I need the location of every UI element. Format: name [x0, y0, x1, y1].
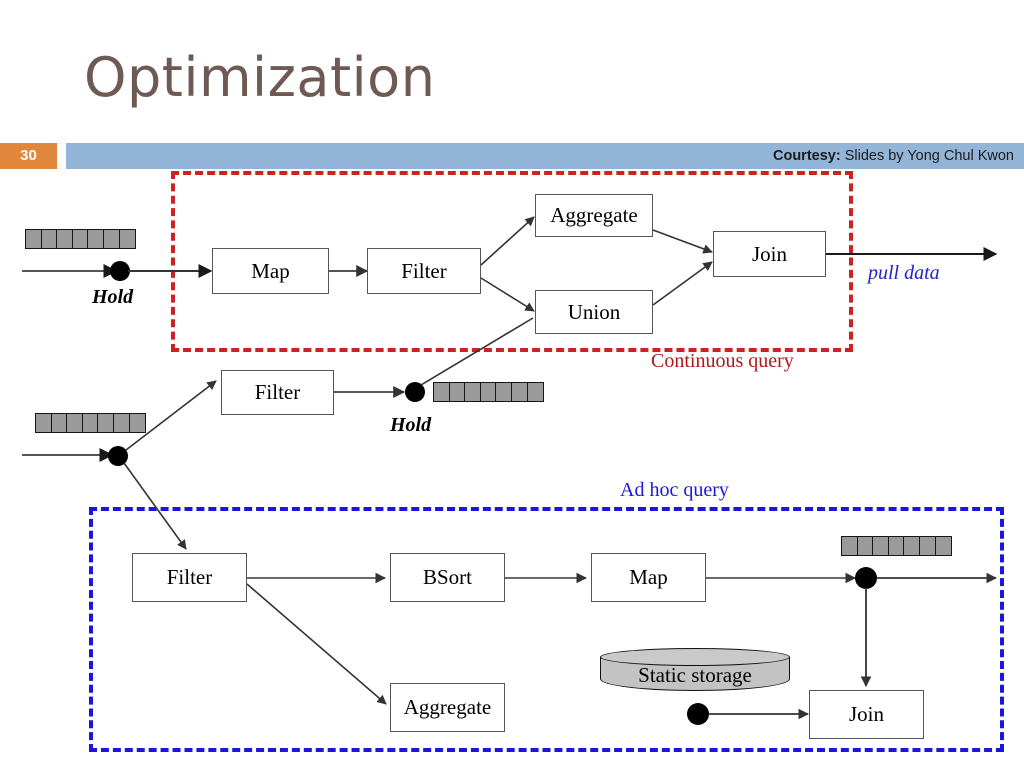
queue-cell	[97, 413, 115, 433]
queue-cell	[464, 382, 482, 402]
slide-canvas: Optimization 30 Courtesy: Slides by Yong…	[0, 0, 1024, 768]
operator-filter-adhoc[interactable]: Filter	[132, 553, 247, 602]
operator-filter-middle[interactable]: Filter	[221, 370, 334, 415]
courtesy-text: Slides by Yong Chul Kwon	[844, 148, 1014, 164]
hold-dot-middle	[405, 382, 425, 402]
queue-cell	[448, 382, 466, 402]
continuous-query-label: Continuous query	[651, 350, 794, 372]
queue-cell	[35, 413, 52, 433]
hold-dot-top	[110, 261, 130, 281]
queue-cell	[87, 229, 105, 249]
queue-cell	[66, 413, 84, 433]
queue-cell	[71, 229, 89, 249]
operator-map-continuous[interactable]: Map	[212, 248, 329, 294]
operator-aggregate-continuous[interactable]: Aggregate	[535, 194, 653, 237]
operator-filter-continuous[interactable]: Filter	[367, 248, 481, 294]
queue-cell	[81, 413, 99, 433]
static-storage-label: Static storage	[638, 663, 752, 687]
queue-cell	[919, 536, 937, 556]
operator-bsort-adhoc[interactable]: BSort	[390, 553, 505, 602]
queue-cell	[128, 413, 146, 433]
queue-cell	[56, 229, 74, 249]
queue-cell	[479, 382, 497, 402]
queue-cell	[841, 536, 858, 556]
queue-cell	[903, 536, 921, 556]
queue-cell	[118, 229, 136, 249]
page-title: Optimization	[84, 46, 436, 109]
header-band: 30 Courtesy: Slides by Yong Chul Kwon	[0, 143, 1024, 169]
queue-cell	[872, 536, 890, 556]
hold-label-middle: Hold	[390, 414, 432, 436]
queue-cell	[50, 413, 68, 433]
static-storage-cylinder[interactable]: Static storage	[600, 648, 790, 696]
operator-join-continuous[interactable]: Join	[713, 231, 826, 277]
queue-cell	[856, 536, 874, 556]
operator-map-adhoc[interactable]: Map	[591, 553, 706, 602]
hold-queue-top	[25, 229, 136, 249]
operator-aggregate-adhoc[interactable]: Aggregate	[390, 683, 505, 732]
courtesy-label: Courtesy:	[772, 148, 841, 164]
queue-cell	[526, 382, 544, 402]
header-bar: Courtesy: Slides by Yong Chul Kwon	[66, 143, 1024, 169]
hold-label-top: Hold	[92, 286, 134, 308]
queue-cell	[887, 536, 905, 556]
queue-cell	[113, 413, 131, 433]
hold-queue-adhoc	[841, 536, 952, 556]
adhoc-query-label: Ad hoc query	[620, 479, 729, 501]
queue-cell	[495, 382, 513, 402]
hold-queue-middle-input	[35, 413, 146, 433]
split-dot-middle	[108, 446, 128, 466]
queue-cell	[25, 229, 42, 249]
operator-union-continuous[interactable]: Union	[535, 290, 653, 334]
operator-join-adhoc[interactable]: Join	[809, 690, 924, 739]
queue-cell	[103, 229, 121, 249]
queue-cell	[40, 229, 58, 249]
queue-cell	[433, 382, 450, 402]
page-number-text: 30	[20, 147, 37, 164]
courtesy-note: Courtesy: Slides by Yong Chul Kwon	[773, 143, 1014, 169]
hold-queue-middle	[433, 382, 544, 402]
page-number-badge: 30	[0, 143, 57, 169]
queue-cell	[934, 536, 952, 556]
pull-data-label: pull data	[868, 262, 940, 284]
queue-cell	[511, 382, 529, 402]
